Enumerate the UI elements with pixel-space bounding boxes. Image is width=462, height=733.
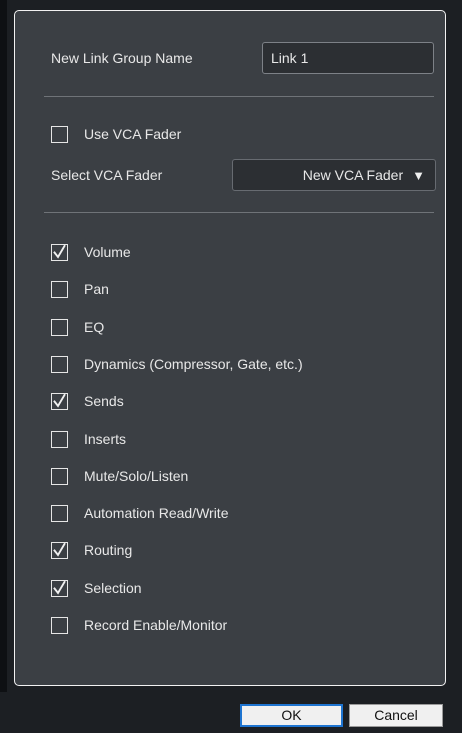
checkbox-volume[interactable] bbox=[51, 244, 68, 261]
checkbox-routing[interactable] bbox=[51, 542, 68, 559]
ok-button[interactable]: OK bbox=[240, 704, 343, 727]
vca-fader-select-value: New VCA Fader bbox=[302, 167, 404, 183]
checkbox-pan[interactable] bbox=[51, 281, 68, 298]
select-vca-fader-label: Select VCA Fader bbox=[51, 167, 163, 183]
link-group-dialog: New Link Group Name Use VCA Fader Select… bbox=[0, 0, 462, 733]
option-label-selection[interactable]: Selection bbox=[84, 579, 142, 597]
use-vca-fader-label[interactable]: Use VCA Fader bbox=[84, 125, 181, 143]
cancel-button[interactable]: Cancel bbox=[349, 704, 443, 727]
options-panel: New Link Group Name Use VCA Fader Select… bbox=[14, 10, 446, 686]
option-label-dynamics-compressor-gate-etc[interactable]: Dynamics (Compressor, Gate, etc.) bbox=[84, 355, 303, 373]
checkbox-mute-solo-listen[interactable] bbox=[51, 468, 68, 485]
checkbox-record-enable-monitor[interactable] bbox=[51, 617, 68, 634]
use-vca-fader-checkbox[interactable] bbox=[51, 126, 68, 143]
checkbox-dynamics-compressor-gate-etc[interactable] bbox=[51, 356, 68, 373]
checkmark-icon bbox=[53, 581, 66, 595]
link-group-name-input[interactable] bbox=[262, 42, 434, 74]
checkbox-selection[interactable] bbox=[51, 580, 68, 597]
checkmark-icon bbox=[53, 543, 66, 557]
divider-middle bbox=[44, 212, 434, 213]
vca-fader-select[interactable]: New VCA Fader ▼ bbox=[232, 159, 436, 191]
checkmark-icon bbox=[53, 394, 66, 408]
divider-top bbox=[44, 96, 434, 97]
checkmark-icon bbox=[53, 245, 66, 259]
option-label-inserts[interactable]: Inserts bbox=[84, 430, 126, 448]
option-label-pan[interactable]: Pan bbox=[84, 280, 109, 298]
checkbox-eq[interactable] bbox=[51, 319, 68, 336]
option-label-record-enable-monitor[interactable]: Record Enable/Monitor bbox=[84, 616, 227, 634]
left-edge-strip bbox=[0, 0, 7, 733]
checkbox-automation-read-write[interactable] bbox=[51, 505, 68, 522]
link-group-name-label: New Link Group Name bbox=[51, 50, 193, 66]
option-label-volume[interactable]: Volume bbox=[84, 243, 131, 261]
option-label-sends[interactable]: Sends bbox=[84, 392, 124, 410]
checkbox-inserts[interactable] bbox=[51, 431, 68, 448]
option-label-routing[interactable]: Routing bbox=[84, 541, 132, 559]
option-label-eq[interactable]: EQ bbox=[84, 318, 104, 336]
option-label-mute-solo-listen[interactable]: Mute/Solo/Listen bbox=[84, 467, 188, 485]
dropdown-caret-icon: ▼ bbox=[412, 167, 425, 183]
checkbox-sends[interactable] bbox=[51, 393, 68, 410]
option-label-automation-read-write[interactable]: Automation Read/Write bbox=[84, 504, 228, 522]
